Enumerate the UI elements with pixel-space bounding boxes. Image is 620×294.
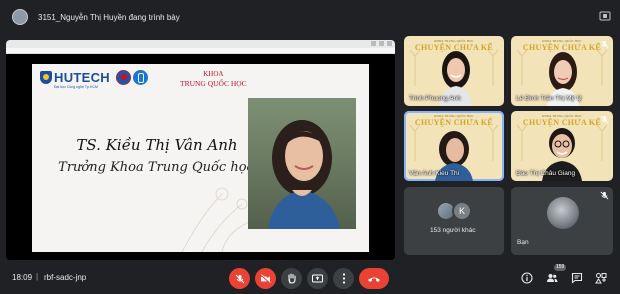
faculty-name: TRUNG QUỐC HỌC xyxy=(180,79,247,88)
avatar-initial: K xyxy=(452,201,472,221)
department-logo-icon xyxy=(133,70,148,85)
clock: 18:09 xyxy=(12,273,33,282)
mic-off-icon xyxy=(235,274,244,283)
youth-union-logo-icon xyxy=(116,70,131,85)
hutech-logo-text: HUTECH xyxy=(54,70,110,85)
mic-off-icon xyxy=(600,40,609,49)
hutech-shield-icon xyxy=(40,71,52,84)
participants-count-badge: 159 xyxy=(554,264,567,271)
others-avatars: K xyxy=(436,201,472,221)
end-call-icon xyxy=(368,277,380,282)
self-label: Bạn xyxy=(517,239,529,246)
mic-toggle-button[interactable] xyxy=(229,268,250,289)
participant-tile[interactable]: KHOA TRUNG QUỐC HỌC CHUYỆN CHƯA KỂ Trinh … xyxy=(404,36,504,106)
presentation-view[interactable]: HUTECH Đại học Công nghệ Tp.HCM KHOA TRU… xyxy=(6,40,395,260)
presenter-status-text: 3151_Nguyễn Thị Huyền đang trình bày xyxy=(38,12,180,22)
speaker-role: Trưởng Khoa Trung Quốc học xyxy=(58,160,254,175)
more-options-icon[interactable] xyxy=(598,9,612,23)
chat-icon[interactable] xyxy=(571,272,583,284)
mic-off-icon xyxy=(600,191,609,200)
raise-hand-button[interactable] xyxy=(281,268,302,289)
faculty-heading: KHOA TRUNG QUỐC HỌC xyxy=(180,70,247,88)
more-options-button[interactable] xyxy=(333,268,354,289)
participant-tile[interactable]: KHOA TRUNG QUỐC HỌC CHUYỆN CHƯA KỂ Đào Th… xyxy=(511,111,613,181)
self-avatar xyxy=(547,197,579,229)
speaker-name: TS. Kiều Thị Vân Anh xyxy=(76,136,238,154)
participant-tile-speaking[interactable]: KHOA TRUNG QUỐC HỌC CHUYỆN CHƯA KỂ Vân An… xyxy=(404,111,504,181)
raise-hand-icon xyxy=(287,273,296,284)
faculty-label: KHOA xyxy=(203,70,224,78)
hutech-subtitle: Đại học Công nghệ Tp.HCM xyxy=(54,85,98,89)
participant-tile[interactable]: KHOA TRUNG QUỐC HỌC CHUYỆN CHƯA KỂ Lê Đìn… xyxy=(511,36,613,106)
present-icon xyxy=(312,274,323,282)
separator: | xyxy=(36,272,39,281)
camera-off-icon xyxy=(260,273,271,283)
hutech-logo: HUTECH xyxy=(40,70,110,85)
info-icon[interactable] xyxy=(521,272,533,284)
present-button[interactable] xyxy=(307,268,328,289)
participant-name: Vân Anh Kieu Thi xyxy=(409,170,460,177)
more-icon xyxy=(342,273,345,284)
top-bar: 3151_Nguyễn Thị Huyền đang trình bày xyxy=(0,0,620,34)
participant-name: Đào Thị Châu Giang xyxy=(516,170,576,177)
mic-off-icon xyxy=(600,115,609,124)
slide-window-titlebar xyxy=(6,40,395,48)
participant-name: Lê Đình Trần Thị Mỹ Q xyxy=(516,95,582,102)
participant-name: Trinh Phuong Anh xyxy=(409,95,461,102)
slide-canvas: HUTECH Đại học Công nghệ Tp.HCM KHOA TRU… xyxy=(32,64,369,252)
speaker-photo xyxy=(248,98,356,229)
others-tile[interactable]: K 153 người khác xyxy=(404,187,504,255)
presenter-avatar xyxy=(12,9,28,25)
activities-icon[interactable] xyxy=(595,272,607,284)
window-controls xyxy=(371,41,392,46)
meeting-code: rbf-sadc-jnp xyxy=(44,273,87,282)
bottom-bar: 18:09 | rbf-sadc-jnp 159 xyxy=(0,262,620,294)
people-icon[interactable] xyxy=(546,272,558,284)
camera-toggle-button[interactable] xyxy=(255,268,276,289)
others-count-label: 153 người khác xyxy=(430,227,476,234)
end-call-button[interactable] xyxy=(359,268,389,289)
self-tile[interactable]: Bạn xyxy=(511,187,613,255)
